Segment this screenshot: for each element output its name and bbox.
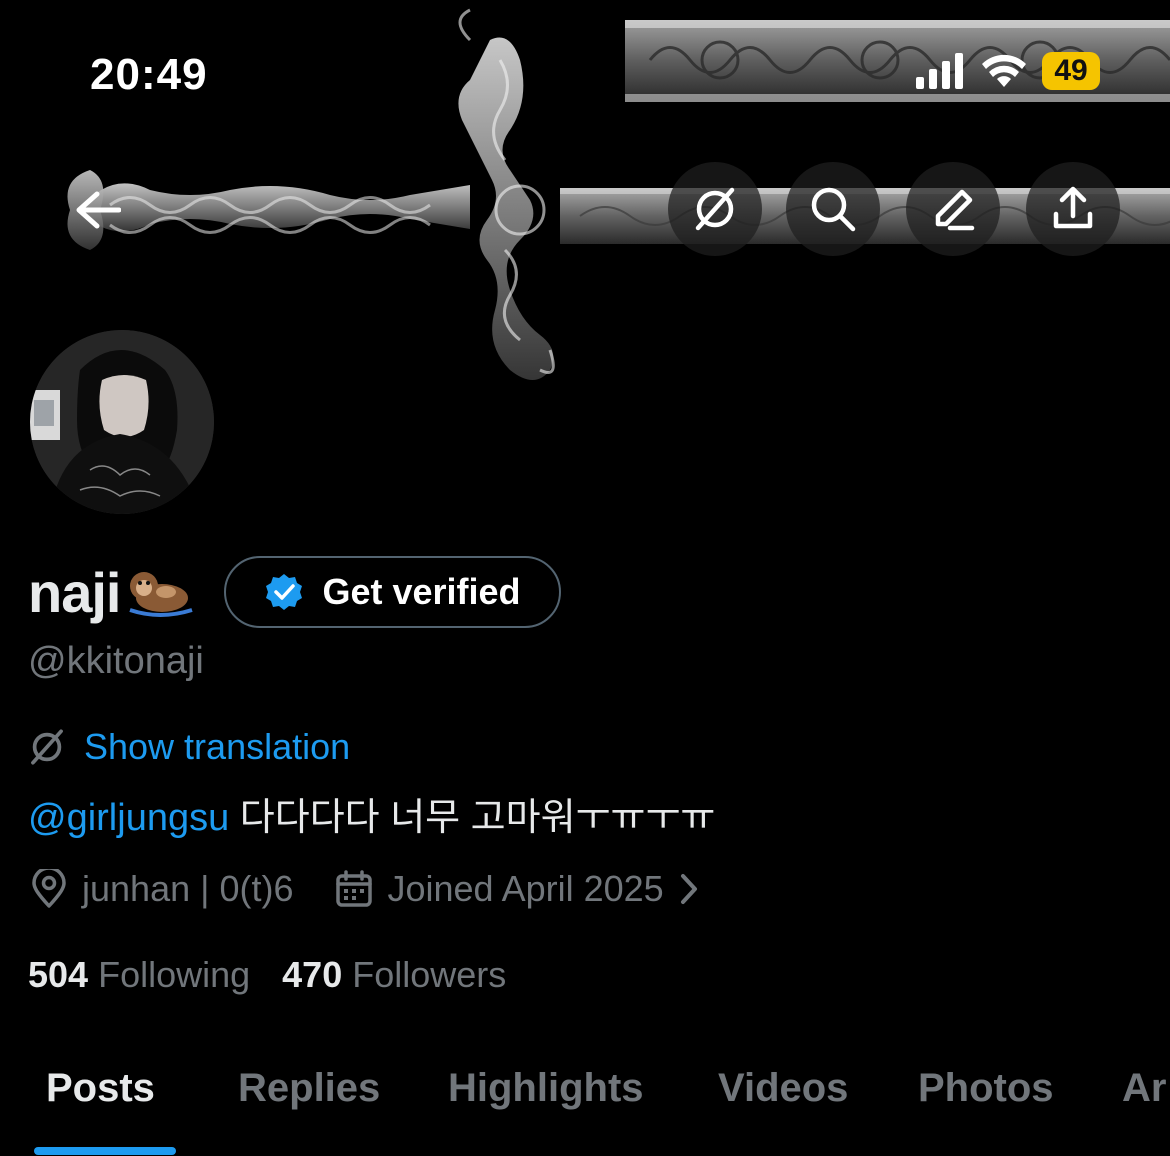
bio-mention-link[interactable]: @girljungsu	[28, 797, 229, 839]
chevron-right-icon	[680, 874, 697, 904]
tab-replies[interactable]: Replies	[238, 1066, 380, 1111]
otter-emoji-icon	[129, 572, 194, 617]
following-link[interactable]: 504 Following	[28, 954, 250, 996]
following-label: Following	[98, 954, 251, 995]
share-button[interactable]	[1026, 162, 1120, 256]
back-button[interactable]	[66, 180, 130, 240]
tab-posts[interactable]: Posts	[46, 1066, 155, 1111]
search-button[interactable]	[786, 162, 880, 256]
tab-articles[interactable]: Ar	[1122, 1066, 1166, 1111]
joined-text: Joined April 2025	[387, 868, 664, 909]
translate-icon	[695, 187, 735, 231]
handle: @kkitonaji	[28, 640, 204, 682]
tab-highlights[interactable]: Highlights	[448, 1066, 644, 1111]
avatar-photo	[30, 330, 214, 514]
wifi-icon	[982, 54, 1026, 87]
translate-icon	[31, 729, 63, 765]
show-translation-link[interactable]: Show translation	[84, 726, 350, 768]
location-text: junhan | 0(t)6	[82, 868, 294, 909]
active-tab-indicator	[34, 1147, 176, 1155]
show-translation-row[interactable]: Show translation	[28, 726, 350, 768]
display-name: naji	[28, 560, 121, 624]
profile-tabs: Posts Replies Highlights Videos Photos A…	[0, 1060, 1170, 1156]
avatar[interactable]	[26, 326, 218, 518]
follow-stats: 504 Following 470 Followers	[28, 954, 506, 996]
share-icon	[1053, 186, 1093, 229]
signal-icon	[916, 53, 963, 89]
profile-meta: junhan | 0(t)6 Joined April 2025	[30, 868, 700, 910]
translate-button[interactable]	[668, 162, 762, 256]
edit-icon	[935, 189, 975, 231]
back-arrow-icon	[76, 191, 121, 229]
location-item: junhan | 0(t)6	[30, 868, 293, 910]
get-verified-button[interactable]: Get verified	[224, 556, 561, 628]
search-icon	[811, 187, 856, 232]
edit-button[interactable]	[906, 162, 1000, 256]
followers-count: 470	[282, 954, 343, 995]
calendar-icon	[336, 870, 373, 907]
status-time: 20:49	[90, 50, 208, 99]
followers-link[interactable]: 470 Followers	[282, 954, 506, 996]
following-count: 504	[28, 954, 89, 995]
tab-videos[interactable]: Videos	[718, 1066, 848, 1111]
profile-screen: 20:49 49 naji Get verified @kkitonaji Sh…	[0, 0, 1170, 1156]
verified-badge-icon	[266, 574, 303, 610]
bio-text: 다다다다 너무 고마워ㅜㅠㅜㅠ	[239, 797, 716, 839]
location-pin-icon	[32, 869, 66, 908]
battery-icon: 49	[1042, 52, 1100, 90]
status-icons: 49	[914, 52, 1100, 90]
tab-photos[interactable]: Photos	[918, 1066, 1054, 1111]
followers-label: Followers	[352, 954, 507, 995]
get-verified-label: Get verified	[322, 571, 521, 612]
bio: @girljungsu 다다다다 너무 고마워ㅜㅠㅜㅠ	[28, 786, 715, 841]
joined-item[interactable]: Joined April 2025	[335, 868, 699, 910]
name-row: naji Get verified	[28, 556, 561, 628]
